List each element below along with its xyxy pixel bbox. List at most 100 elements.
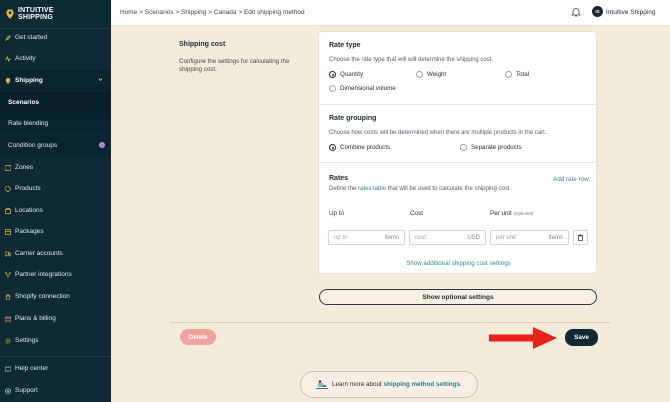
sidebar-item-label: Settings: [15, 337, 39, 344]
package-icon: [5, 228, 11, 235]
shipping-method-settings-link[interactable]: shipping method settings: [383, 381, 460, 388]
sidebar-item-carrier-accounts[interactable]: Carrier accounts: [0, 243, 111, 264]
learn-more-banner[interactable]: Learn more about shipping method setting…: [300, 371, 478, 398]
up-to-input[interactable]: up to items: [328, 230, 405, 245]
brand-logo[interactable]: INTUITIVE SHIPPING: [0, 0, 111, 28]
radio-dot[interactable]: [416, 71, 423, 78]
trash-icon: [578, 234, 583, 241]
sidebar-item-label: Rate blending: [8, 120, 49, 127]
activity-icon: [5, 55, 11, 62]
account-name[interactable]: Intuitive Shipping: [606, 9, 656, 16]
column-up-to: Up to: [329, 210, 345, 217]
rate-grouping-title: Rate grouping: [329, 115, 377, 122]
rate-type-title: Rate type: [329, 42, 361, 49]
truck-icon: [5, 251, 11, 257]
sidebar-item-support[interactable]: Support: [0, 380, 111, 401]
sidebar-item-label: Carrier accounts: [15, 250, 63, 257]
sidebar-item-label: Partner integrations: [15, 271, 72, 278]
sidebar-item-zones[interactable]: Zones: [0, 157, 111, 178]
rates-table-link[interactable]: rates table: [358, 186, 386, 192]
radio-dot[interactable]: [505, 71, 512, 78]
shopify-icon: [5, 293, 11, 300]
sidebar-item-label: Shopify connection: [15, 293, 70, 300]
sidebar-item-activity[interactable]: Activity: [0, 48, 111, 69]
sidebar-item-shipping[interactable]: Shipping: [0, 70, 111, 91]
sidebar-item-label: Activity: [15, 55, 36, 62]
sidebar-item-label: Support: [15, 387, 38, 394]
sidebar-item-label: Scenarios: [8, 99, 40, 106]
sidebar-item-get-started[interactable]: Get started: [0, 27, 111, 48]
rate-type-description: Choose the rate type that will will dete…: [329, 57, 494, 63]
sidebar-item-label: Plans & billing: [15, 315, 56, 322]
radio-dot[interactable]: [329, 71, 336, 78]
integration-icon: [5, 271, 11, 278]
sidebar-item-label: Help center: [15, 365, 49, 372]
rate-grouping-section: Rate grouping Choose how costs will be d…: [319, 105, 598, 163]
sidebar-item-products[interactable]: Products: [0, 178, 111, 199]
section-description: Configure the settings for calculating t…: [179, 58, 290, 73]
radio-dot[interactable]: [329, 144, 336, 151]
column-per-unit: Per unit (Optional): [490, 210, 534, 217]
brand-line1: INTUITIVE: [18, 6, 54, 14]
tag-icon: [5, 185, 11, 192]
save-button[interactable]: Save: [565, 329, 598, 346]
sidebar-item-rate-blending[interactable]: Rate blending: [0, 113, 111, 134]
sidebar-item-label: Shipping: [15, 77, 43, 84]
add-rate-row-link[interactable]: Add rate row: [553, 176, 589, 183]
chevron-down-icon[interactable]: [98, 77, 103, 82]
book-icon: [5, 366, 11, 372]
support-icon: [5, 387, 11, 394]
rate-type-section: Rate type Choose the rate type that will…: [319, 32, 598, 105]
billing-icon: [5, 316, 11, 322]
sidebar-item-plans-billing[interactable]: Plans & billing: [0, 308, 111, 329]
breadcrumb[interactable]: Home > Scenarios > Shipping > Canada > E…: [120, 9, 305, 16]
radio-quantity[interactable]: Quantity: [329, 71, 363, 78]
radio-combine-products[interactable]: Combine products: [329, 144, 390, 151]
sidebar-item-label: Locations: [15, 207, 43, 214]
location-icon: [5, 207, 11, 214]
delete-button[interactable]: Delete: [180, 329, 216, 345]
shipping-icon: [5, 77, 11, 84]
show-additional-settings-link[interactable]: Show additional shipping cost settings: [319, 260, 598, 267]
radio-separate-products[interactable]: Separate products: [460, 144, 522, 151]
radio-dot[interactable]: [329, 85, 336, 92]
sidebar-item-label: Condition groups: [8, 142, 58, 149]
column-cost: Cost: [410, 210, 423, 217]
avatar[interactable]: IS: [592, 6, 603, 17]
rate-grouping-description: Choose how costs will be determined when…: [329, 130, 547, 136]
info-badge: !: [99, 142, 105, 148]
gear-icon: [5, 337, 11, 344]
radio-dot[interactable]: [460, 144, 467, 151]
sidebar-item-partner-integrations[interactable]: Partner integrations: [0, 264, 111, 285]
brand-line2: SHIPPING: [18, 14, 54, 21]
radio-weight[interactable]: Weight: [416, 71, 446, 78]
sidebar-item-label: Products: [15, 185, 41, 192]
divider: [170, 322, 610, 323]
rocket-icon: [5, 35, 11, 41]
show-optional-settings-button[interactable]: Show optional settings: [319, 289, 597, 305]
sidebar-item-settings[interactable]: Settings: [0, 330, 111, 351]
cost-input[interactable]: cost USD: [409, 230, 486, 245]
top-bar: Home > Scenarios > Shipping > Canada > E…: [111, 0, 670, 26]
pin-icon: [6, 9, 14, 19]
delivery-icon: [316, 379, 328, 389]
radio-dimensional-volume[interactable]: Dimensional volume: [329, 85, 396, 92]
sidebar-item-locations[interactable]: Locations: [0, 200, 111, 221]
rates-section: Rates Add rate row Define the rates tabl…: [319, 163, 598, 275]
sidebar-item-help-center[interactable]: Help center: [0, 358, 111, 379]
map-icon: [5, 164, 11, 171]
radio-total[interactable]: Total: [505, 71, 529, 78]
section-title: Shipping cost: [179, 41, 226, 48]
per-unit-input[interactable]: per unit items: [490, 230, 569, 245]
bell-icon[interactable]: [571, 7, 581, 17]
sidebar-item-label: Packages: [15, 228, 44, 235]
delete-row-button[interactable]: [573, 230, 588, 245]
sidebar-item-shopify-connection[interactable]: Shopify connection: [0, 286, 111, 307]
sidebar-item-scenarios[interactable]: Scenarios: [0, 92, 111, 113]
shipping-cost-card: Rate type Choose the rate type that will…: [318, 31, 598, 275]
rates-title: Rates: [329, 175, 349, 182]
sidebar-item-condition-groups[interactable]: Condition groups !: [0, 135, 111, 156]
red-arrow-annotation: [489, 327, 557, 349]
sidebar: INTUITIVE SHIPPING Get started Activity …: [0, 0, 111, 402]
sidebar-item-packages[interactable]: Packages: [0, 221, 111, 242]
